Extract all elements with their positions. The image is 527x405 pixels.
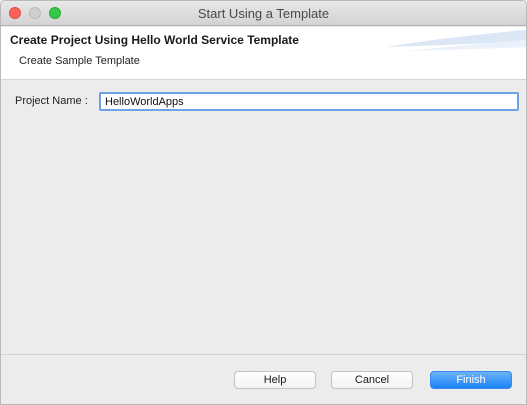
dialog-window: Start Using a Template Create Project Us… (0, 0, 527, 405)
banner-swoosh-graphic (386, 29, 526, 51)
project-name-label: Project Name : (15, 95, 88, 107)
wizard-page-description: Create Sample Template (19, 55, 140, 67)
cancel-button[interactable]: Cancel (331, 371, 413, 389)
title-bar[interactable]: Start Using a Template (1, 1, 526, 26)
help-button[interactable]: Help (234, 371, 316, 389)
wizard-content: Project Name : (1, 81, 526, 355)
wizard-page-title: Create Project Using Hello World Service… (10, 33, 299, 47)
finish-button[interactable]: Finish (430, 371, 512, 389)
wizard-banner: Create Project Using Hello World Service… (1, 27, 526, 80)
project-name-input[interactable] (99, 92, 519, 111)
window-title: Start Using a Template (197, 6, 330, 21)
button-bar: Help Cancel Finish (1, 356, 526, 404)
